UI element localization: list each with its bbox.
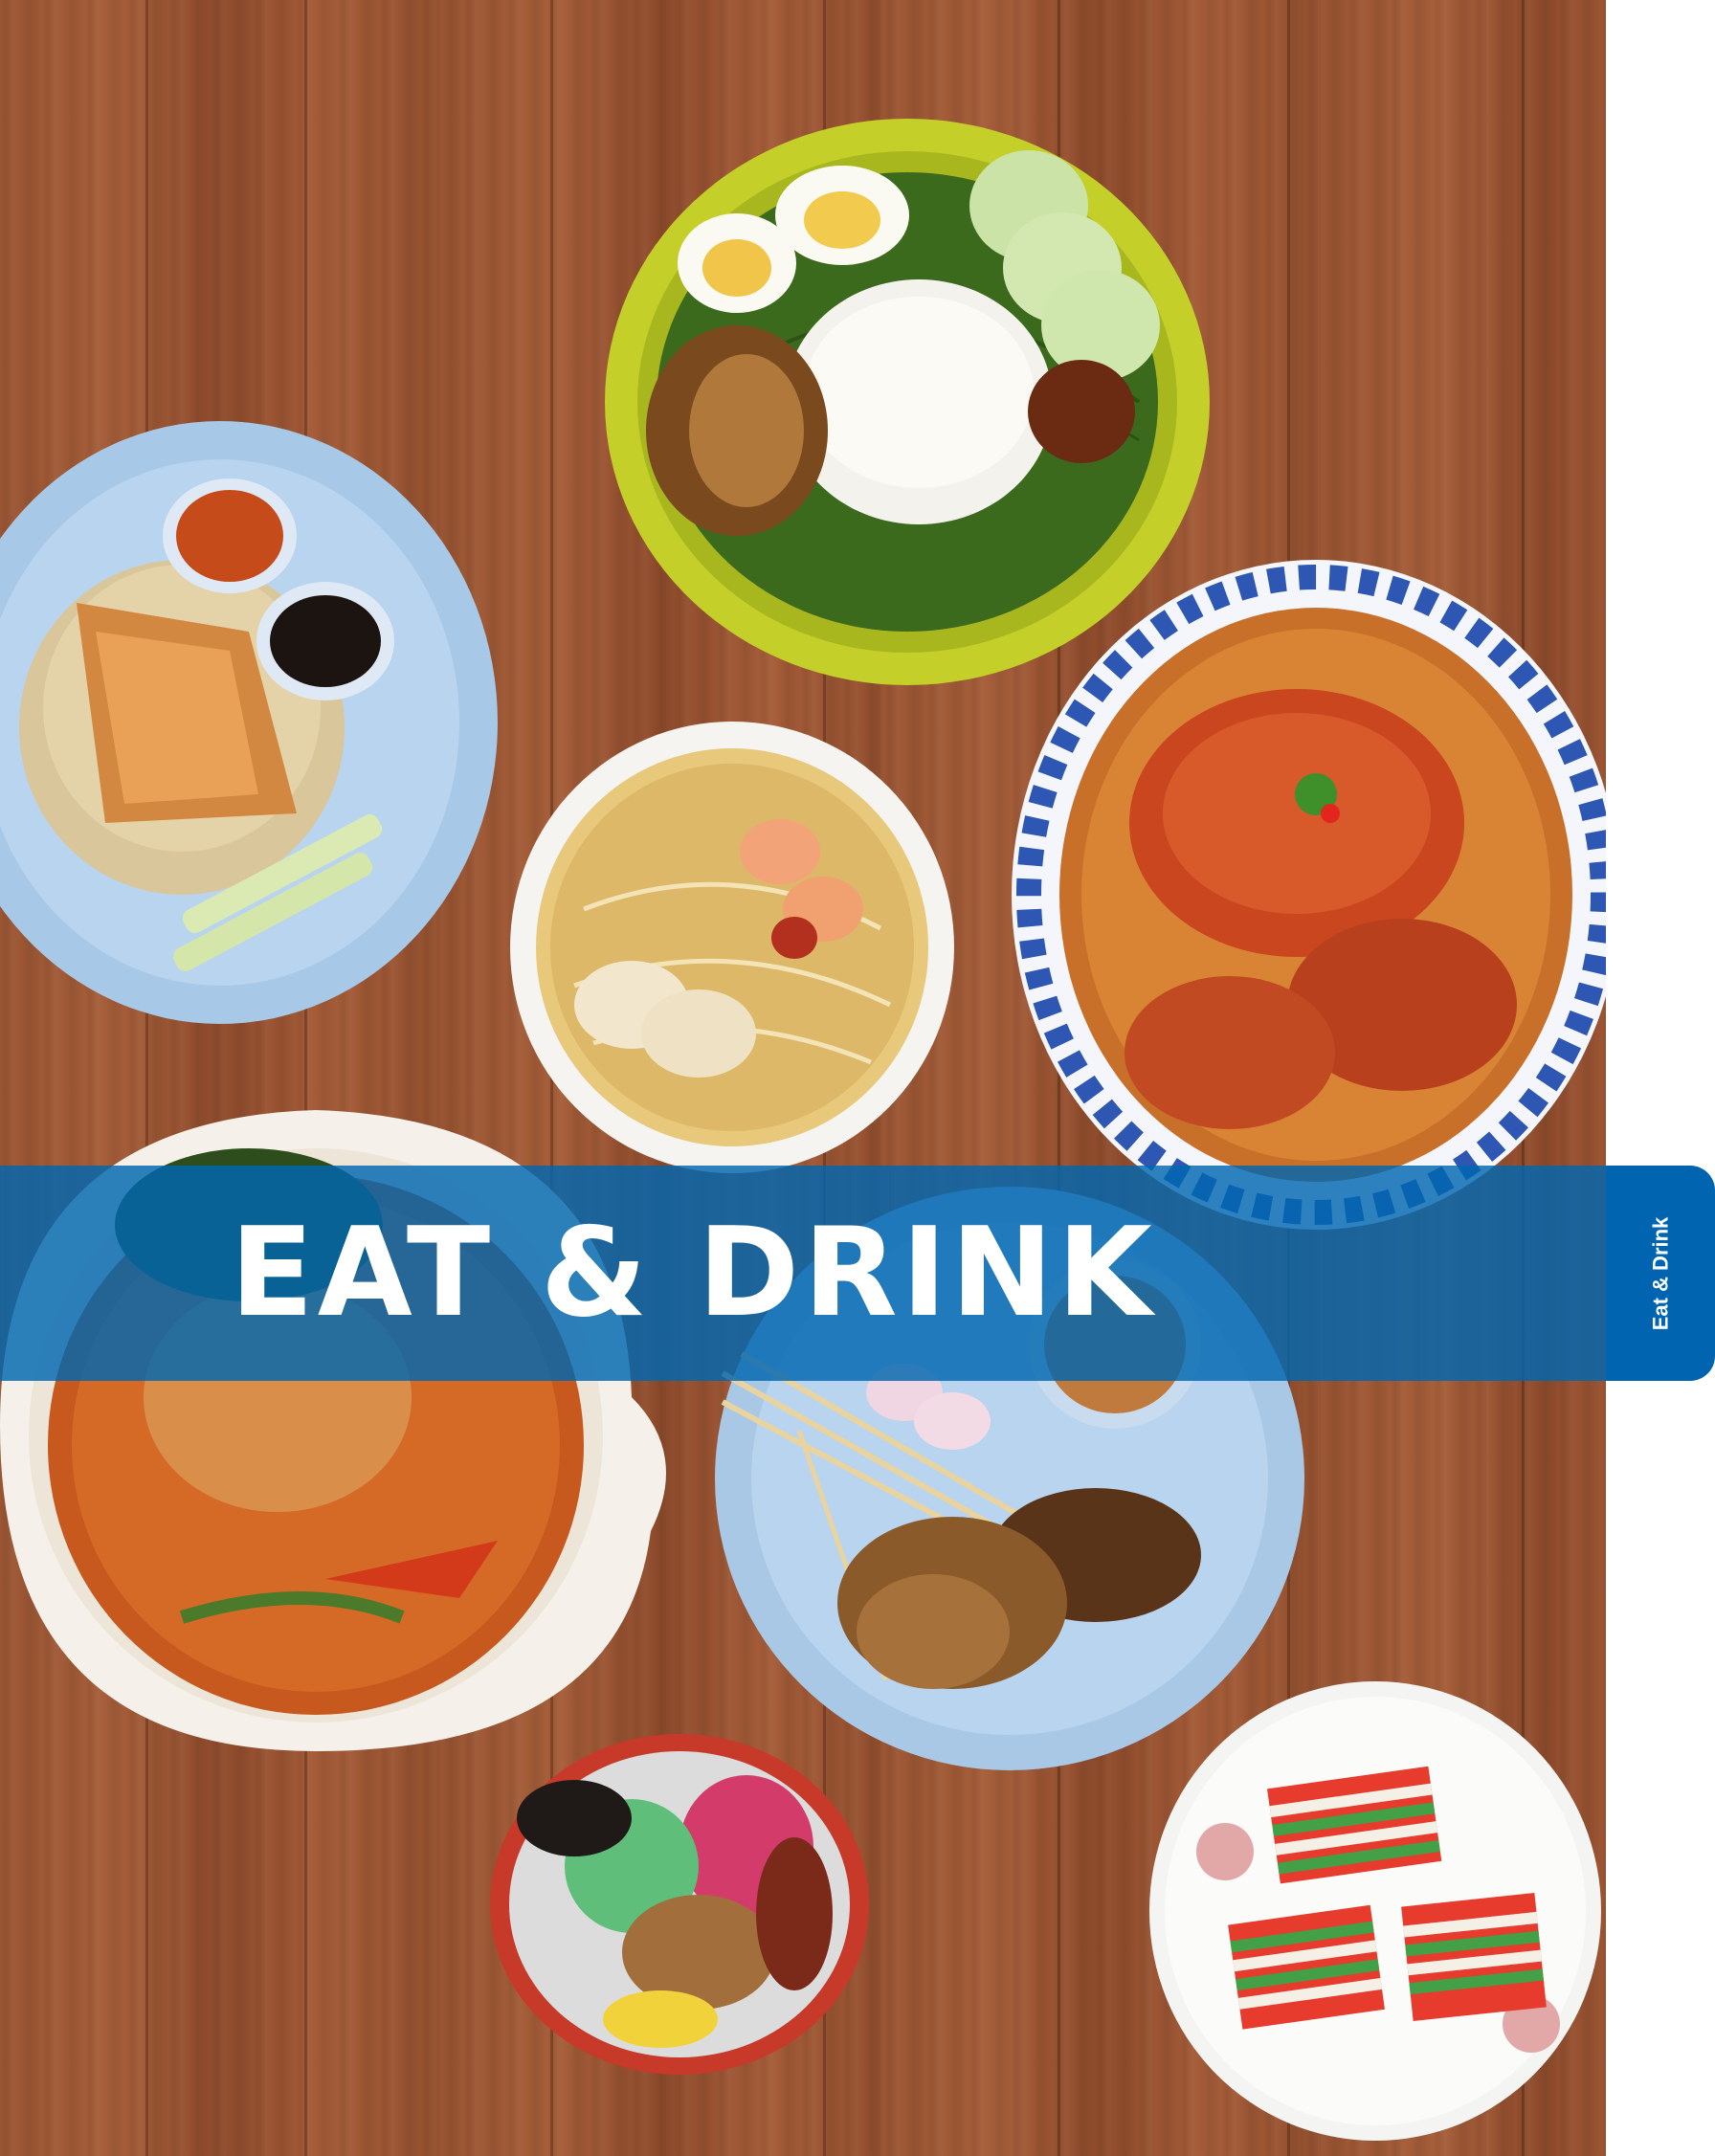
chicken-rice-dish (0, 421, 498, 1024)
chilli-crab-dish (1012, 560, 1606, 1230)
plank-seam (304, 0, 307, 2156)
plank-seam (145, 0, 148, 2156)
kueh-lapis-dish (1149, 1681, 1601, 2141)
page-title: EAT & DRINK (230, 1202, 1156, 1345)
ice-kachang-dish (490, 1734, 869, 2075)
section-tab-label-wrap: Eat & Drink (1606, 1166, 1715, 1381)
section-tab-label: Eat & Drink (1648, 1216, 1672, 1330)
brochure-page: EAT & DRINK Eat & Drink (0, 0, 1715, 2156)
food-photo (0, 0, 1606, 2156)
